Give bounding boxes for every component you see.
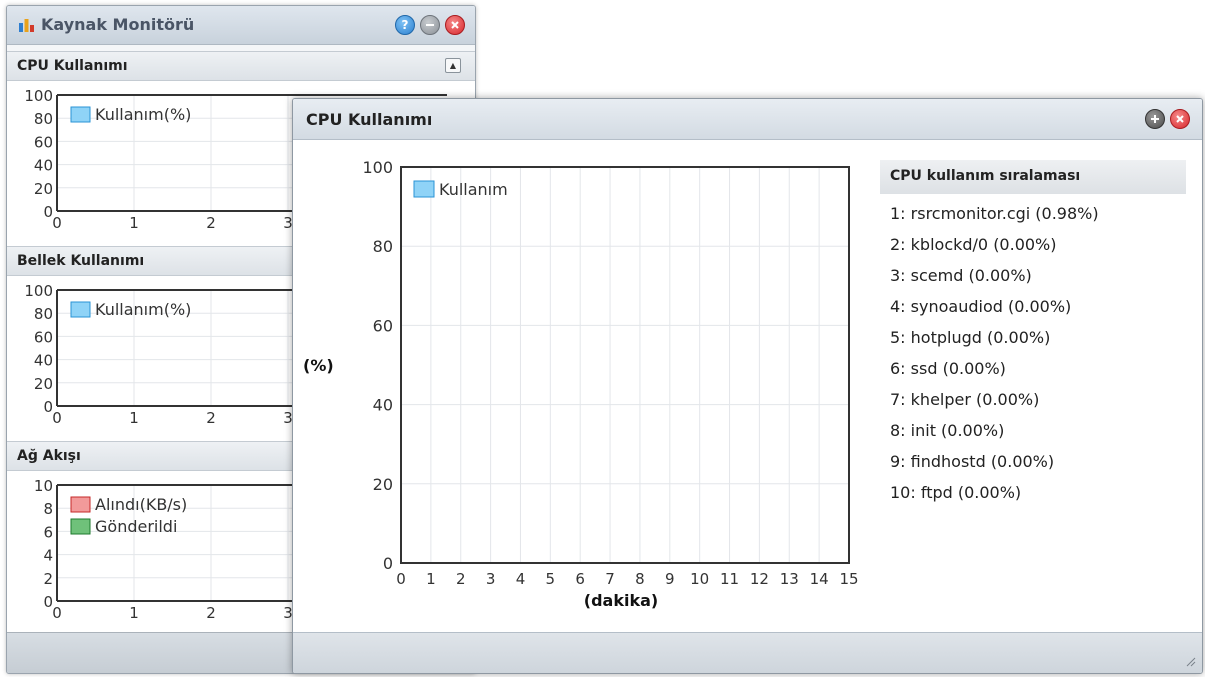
legend-swatch	[70, 106, 91, 123]
x-tick-label: 10	[690, 570, 709, 588]
y-tick-label: 6	[43, 523, 53, 541]
bar-chart-icon	[19, 19, 34, 32]
legend-swatch	[413, 180, 435, 198]
x-tick-label: 1	[129, 409, 139, 427]
y-tick-label: 20	[34, 375, 53, 393]
x-tick-label: 0	[52, 604, 62, 622]
x-tick-label: 11	[720, 570, 739, 588]
x-tick-label: 4	[516, 570, 526, 588]
minus-icon[interactable]	[420, 15, 440, 35]
legend-swatch	[70, 301, 91, 318]
y-tick-label: 0	[383, 554, 393, 573]
list-item: 2: kblockd/0 (0.00%)	[890, 235, 1057, 254]
y-tick-label: 10	[34, 477, 53, 495]
list-item: 3: scemd (0.00%)	[890, 266, 1032, 285]
y-tick-label: 60	[34, 328, 53, 346]
x-tick-label: 3	[486, 570, 496, 588]
x-tick-label: 2	[206, 409, 216, 427]
x-tick-label: 13	[780, 570, 799, 588]
ranking-title: CPU kullanım sıralaması	[890, 168, 1081, 184]
x-tick-label: 0	[52, 409, 62, 427]
y-tick-label: 100	[24, 282, 53, 300]
legend-label: Kullanım(%)	[95, 300, 191, 319]
y-tick-label: 40	[373, 396, 393, 415]
list-item: 8: init (0.00%)	[890, 421, 1005, 440]
x-tick-label: 1	[426, 570, 436, 588]
x-tick-label: 9	[665, 570, 675, 588]
window-title-bar[interactable]: CPU Kullanımı	[293, 99, 1202, 140]
y-tick-label: 60	[373, 316, 393, 335]
legend-label: Kullanım	[439, 180, 508, 199]
x-tick-label: 12	[750, 570, 769, 588]
x-tick-label: 0	[52, 214, 62, 232]
x-tick-label: 8	[635, 570, 645, 588]
x-tick-label: 2	[206, 604, 216, 622]
x-axis-label: (dakika)	[584, 591, 658, 610]
close-icon[interactable]	[1170, 109, 1190, 129]
list-item: 10: ftpd (0.00%)	[890, 483, 1022, 502]
section-title: Bellek Kullanımı	[17, 253, 145, 269]
section-title: Ağ Akışı	[17, 448, 81, 464]
y-tick-label: 60	[34, 133, 53, 151]
x-tick-label: 6	[575, 570, 585, 588]
cpu-usage-detail-window: CPU Kullanımı 0 1 2 3 4 5 6 7 8 9 10 11 12 13 14 15 100 8…	[292, 98, 1203, 674]
legend-label: Alındı(KB/s)	[95, 495, 187, 514]
window-title-bar[interactable]: Kaynak Monitörü ?	[7, 6, 475, 45]
window-title: CPU Kullanımı	[306, 110, 433, 129]
legend-swatch	[70, 496, 91, 513]
ranking-header: CPU kullanım sıralaması	[880, 160, 1186, 194]
x-tick-label: 1	[129, 214, 139, 232]
y-tick-label: 80	[34, 305, 53, 323]
close-icon[interactable]	[445, 15, 465, 35]
resize-grip-icon[interactable]	[1184, 655, 1196, 667]
cpu-ranking-panel: CPU kullanım sıralaması 1: rsrcmonitor.c…	[880, 160, 1186, 508]
y-tick-label: 80	[34, 110, 53, 128]
y-tick-label: 100	[362, 158, 393, 177]
triangle-up-icon[interactable]: ▲	[445, 58, 461, 73]
y-tick-label: 40	[34, 157, 53, 175]
x-tick-label: 0	[396, 570, 406, 588]
y-tick-label: 20	[34, 180, 53, 198]
list-item: 7: khelper (0.00%)	[890, 390, 1040, 409]
plus-icon[interactable]	[1145, 109, 1165, 129]
y-tick-label: 4	[43, 547, 53, 565]
list-item: 4: synoaudiod (0.00%)	[890, 297, 1072, 316]
legend-swatch	[70, 518, 91, 535]
section-header-cpu[interactable]: CPU Kullanımı ▲	[7, 51, 475, 81]
list-item: 1: rsrcmonitor.cgi (0.98%)	[890, 204, 1099, 223]
list-item: 6: ssd (0.00%)	[890, 359, 1006, 378]
y-tick-label: 40	[34, 352, 53, 370]
x-tick-label: 15	[839, 570, 858, 588]
y-tick-label: 8	[43, 500, 53, 518]
y-tick-label: 2	[43, 570, 53, 588]
x-tick-label: 2	[456, 570, 466, 588]
x-tick-label: 2	[206, 214, 216, 232]
x-tick-label: 14	[810, 570, 829, 588]
x-tick-label: 1	[129, 604, 139, 622]
y-axis-label: (%)	[303, 356, 334, 375]
ranking-list: 1: rsrcmonitor.cgi (0.98%) 2: kblockd/0 …	[880, 198, 1186, 508]
plot-border	[400, 166, 850, 564]
window-title: Kaynak Monitörü	[41, 15, 195, 34]
y-tick-label: 80	[373, 237, 393, 256]
cpu-usage-chart: 0 1 2 3 4 5 6 7 8 9 10 11 12 13 14 15100806040200(dakik…	[303, 158, 859, 610]
list-item: 9: findhostd (0.00%)	[890, 452, 1055, 471]
section-title: CPU Kullanımı	[17, 58, 128, 74]
legend-label: Gönderildi	[95, 517, 177, 536]
list-item: 5: hotplugd (0.00%)	[890, 328, 1051, 347]
legend-label: Kullanım(%)	[95, 105, 191, 124]
x-tick-label: 5	[546, 570, 556, 588]
y-tick-label: 20	[373, 475, 393, 494]
question-icon[interactable]: ?	[395, 15, 415, 35]
x-tick-label: 7	[605, 570, 615, 588]
window-footer	[293, 632, 1202, 673]
y-tick-label: 100	[24, 87, 53, 105]
